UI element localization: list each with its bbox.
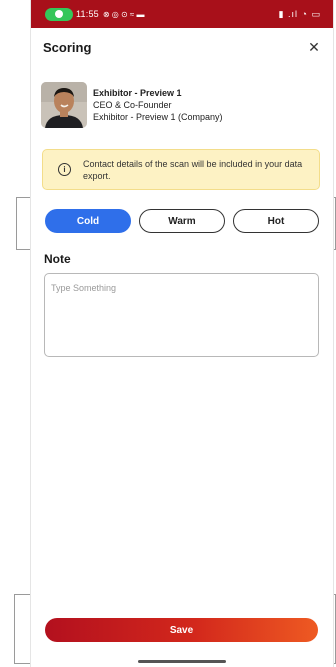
home-indicator [138, 660, 226, 663]
contact-profile: Exhibitor - Preview 1 CEO & Co-Founder E… [41, 82, 321, 132]
modal-header: Scoring ✕ [43, 36, 323, 58]
info-banner: i Contact details of the scan will be in… [42, 149, 320, 190]
profile-details: Exhibitor - Preview 1 CEO & Co-Founder E… [93, 82, 223, 132]
note-label: Note [44, 252, 71, 266]
page-title: Scoring [43, 39, 92, 55]
info-icon: i [58, 163, 71, 176]
status-bar: 11:55 ⊗ ◎ ⊙ ≈ ▬ ▮ .ıl ◔ ▭ [31, 0, 333, 28]
note-input[interactable] [44, 273, 319, 357]
score-hot-button[interactable]: Hot [233, 209, 319, 233]
contact-name: Exhibitor - Preview 1 [93, 88, 182, 98]
screenshot-page: 11:55 ⊗ ◎ ⊙ ≈ ▬ ▮ .ıl ◔ ▭ Scoring ✕ Exhi… [0, 0, 336, 667]
score-options: Cold Warm Hot [45, 209, 319, 233]
status-left-icons: ⊗ ◎ ⊙ ≈ ▬ [102, 9, 145, 19]
status-right-icons: ▮ .ıl ◔ ▭ [278, 8, 321, 19]
contact-role: CEO & Co-Founder [93, 100, 172, 110]
phone-screen: 11:55 ⊗ ◎ ⊙ ≈ ▬ ▮ .ıl ◔ ▭ Scoring ✕ Exhi… [30, 0, 334, 667]
score-cold-button[interactable]: Cold [45, 209, 131, 233]
score-warm-button[interactable]: Warm [139, 209, 225, 233]
close-icon[interactable]: ✕ [305, 39, 323, 56]
contact-company: Exhibitor - Preview 1 (Company) [93, 112, 223, 122]
save-button[interactable]: Save [45, 618, 318, 642]
call-indicator-icon [45, 7, 73, 21]
info-banner-text: Contact details of the scan will be incl… [83, 158, 303, 181]
avatar [41, 82, 87, 128]
status-time: 11:55 [76, 9, 99, 19]
